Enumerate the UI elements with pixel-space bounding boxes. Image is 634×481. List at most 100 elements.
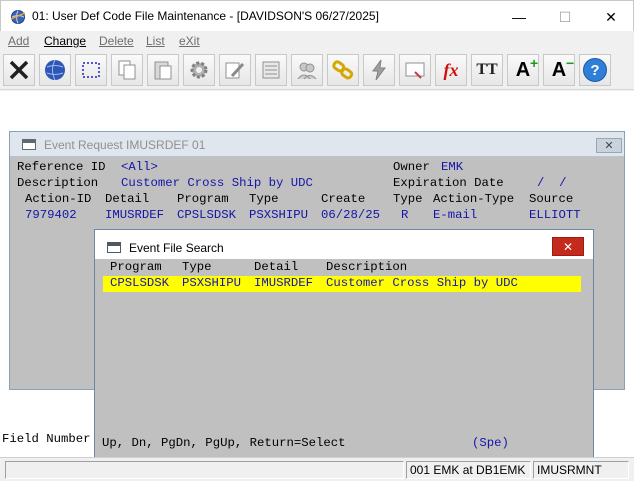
toolbar-font-increase-button[interactable]: A + <box>507 54 539 86</box>
cell-type-2: R <box>401 208 409 222</box>
result-description: Customer Cross Ship by UDC <box>326 276 518 290</box>
event-request-titlebar: Event Request IMUSRDEF 01 ✕ <box>10 132 624 157</box>
expiration-date-label: Expiration Date <box>393 176 504 190</box>
edit-pencil-icon <box>225 62 245 79</box>
search-col-detail: Detail <box>254 260 299 274</box>
menu-change[interactable]: Change <box>44 34 86 48</box>
status-bar: 001 EMK at DB1EMK IMUSRMNT <box>0 457 634 481</box>
owner-field[interactable]: EMK <box>441 160 463 174</box>
owner-label: Owner <box>393 160 430 174</box>
menu-list-label: List <box>146 34 165 48</box>
search-footer-keys: Up, Dn, PgDn, PgUp, Return=Select <box>102 436 346 450</box>
minus-icon: − <box>566 54 575 71</box>
menu-change-label: Change <box>44 34 87 48</box>
col-create: Create <box>321 192 366 206</box>
toolbar-copy-button[interactable] <box>111 54 143 86</box>
event-file-search-title: Event File Search <box>129 241 224 255</box>
toolbar-settings-button[interactable] <box>183 54 215 86</box>
menu-bar: Add Change Delete List eXit <box>0 31 634 51</box>
expiration-date-field[interactable]: / / <box>537 176 567 190</box>
menu-exit[interactable]: eXit <box>179 34 200 48</box>
font-increase-letter: A <box>515 58 531 81</box>
app-globe-icon <box>10 10 26 24</box>
menu-add[interactable]: Add <box>8 34 29 48</box>
col-action-type: Action-Type <box>433 192 515 206</box>
search-col-program: Program <box>110 260 162 274</box>
link-chain-icon <box>332 60 354 80</box>
toolbar-fx-button[interactable]: fx <box>435 54 467 86</box>
result-program: CPSLSDSK <box>110 276 170 290</box>
status-message <box>5 461 404 479</box>
col-action-id: Action-ID <box>25 192 92 206</box>
list-icon <box>262 61 280 79</box>
menu-exit-label: eXit <box>179 34 200 48</box>
col-source: Source <box>529 192 574 206</box>
toolbar-paste-button[interactable] <box>147 54 179 86</box>
close-x-icon <box>9 60 29 80</box>
copy-icon <box>118 60 136 80</box>
result-type: PSXSHIPU <box>182 276 242 290</box>
window-icon <box>107 242 121 253</box>
col-type: Type <box>249 192 279 206</box>
menu-list[interactable]: List <box>146 34 165 48</box>
toolbar-font-button[interactable]: TT <box>471 54 503 86</box>
toolbar-close-button[interactable] <box>3 54 35 86</box>
cell-action-id: 7979402 <box>25 208 77 222</box>
help-icon: ? <box>583 58 607 82</box>
description-field[interactable]: Customer Cross Ship by UDC <box>121 176 313 190</box>
col-program: Program <box>177 192 229 206</box>
globe-icon <box>45 59 65 81</box>
toolbar-screen-button[interactable] <box>399 54 431 86</box>
cell-program: CPSLSDSK <box>177 208 237 222</box>
font-decrease-letter: A <box>551 58 567 81</box>
reference-id-field[interactable]: <All> <box>121 160 158 174</box>
toolbar-font-decrease-button[interactable]: A − <box>543 54 575 86</box>
menu-delete-label: Delete <box>99 34 134 48</box>
cell-action-type: E-mail <box>433 208 478 222</box>
lightning-icon <box>372 59 386 81</box>
minimize-button[interactable]: — <box>496 5 542 29</box>
toolbar-link-button[interactable] <box>327 54 359 86</box>
status-user-db: 001 EMK at DB1EMK <box>406 461 531 479</box>
event-file-search-titlebar: Event File Search ✕ <box>95 230 593 259</box>
font-tt-icon: TT <box>476 61 498 78</box>
event-file-search-dialog: Event File Search ✕ Program Type Detail … <box>94 229 594 458</box>
toolbar-globe-button[interactable] <box>39 54 71 86</box>
maximize-button[interactable]: ☐ <box>542 5 588 29</box>
toolbar-users-button[interactable] <box>291 54 323 86</box>
cell-type: PSXSHIPU <box>249 208 309 222</box>
toolbar-edit-button[interactable] <box>219 54 251 86</box>
fx-function-icon: fx <box>443 59 459 80</box>
field-number-label: Field Number <box>2 432 91 446</box>
toolbar-help-button[interactable]: ? <box>579 54 611 86</box>
search-footer-spe: (Spe) <box>472 436 509 450</box>
users-icon <box>297 62 317 80</box>
menu-add-label: Add <box>8 34 30 48</box>
reference-id-label: Reference ID <box>17 160 106 174</box>
toolbar-select-button[interactable] <box>75 54 107 86</box>
window-title: 01: User Def Code File Maintenance - [DA… <box>32 9 379 23</box>
event-file-search-close-button[interactable]: ✕ <box>552 237 584 256</box>
close-window-button[interactable]: ✕ <box>588 5 634 29</box>
search-col-type: Type <box>182 260 212 274</box>
toolbar-lightning-button[interactable] <box>363 54 395 86</box>
settings-gear-icon <box>190 61 208 79</box>
event-request-title: Event Request IMUSRDEF 01 <box>44 138 206 152</box>
font-decrease-icon: A − <box>551 55 574 82</box>
status-program: IMUSRMNT <box>533 461 629 479</box>
col-detail: Detail <box>105 192 150 206</box>
result-detail: IMUSRDEF <box>254 276 314 290</box>
paste-icon <box>154 61 172 80</box>
search-col-description: Description <box>326 260 408 274</box>
window-icon <box>22 139 36 150</box>
description-label: Description <box>17 176 99 190</box>
cell-detail: IMUSRDEF <box>105 208 165 222</box>
menu-delete[interactable]: Delete <box>99 34 134 48</box>
event-request-close-button[interactable]: ✕ <box>596 138 622 153</box>
screen-arrow-icon <box>405 62 425 79</box>
cell-source: ELLIOTT <box>529 208 581 222</box>
title-bar: 01: User Def Code File Maintenance - [DA… <box>0 0 634 31</box>
cell-create: 06/28/25 <box>321 208 381 222</box>
toolbar-list-button[interactable] <box>255 54 287 86</box>
col-type-2: Type <box>393 192 423 206</box>
